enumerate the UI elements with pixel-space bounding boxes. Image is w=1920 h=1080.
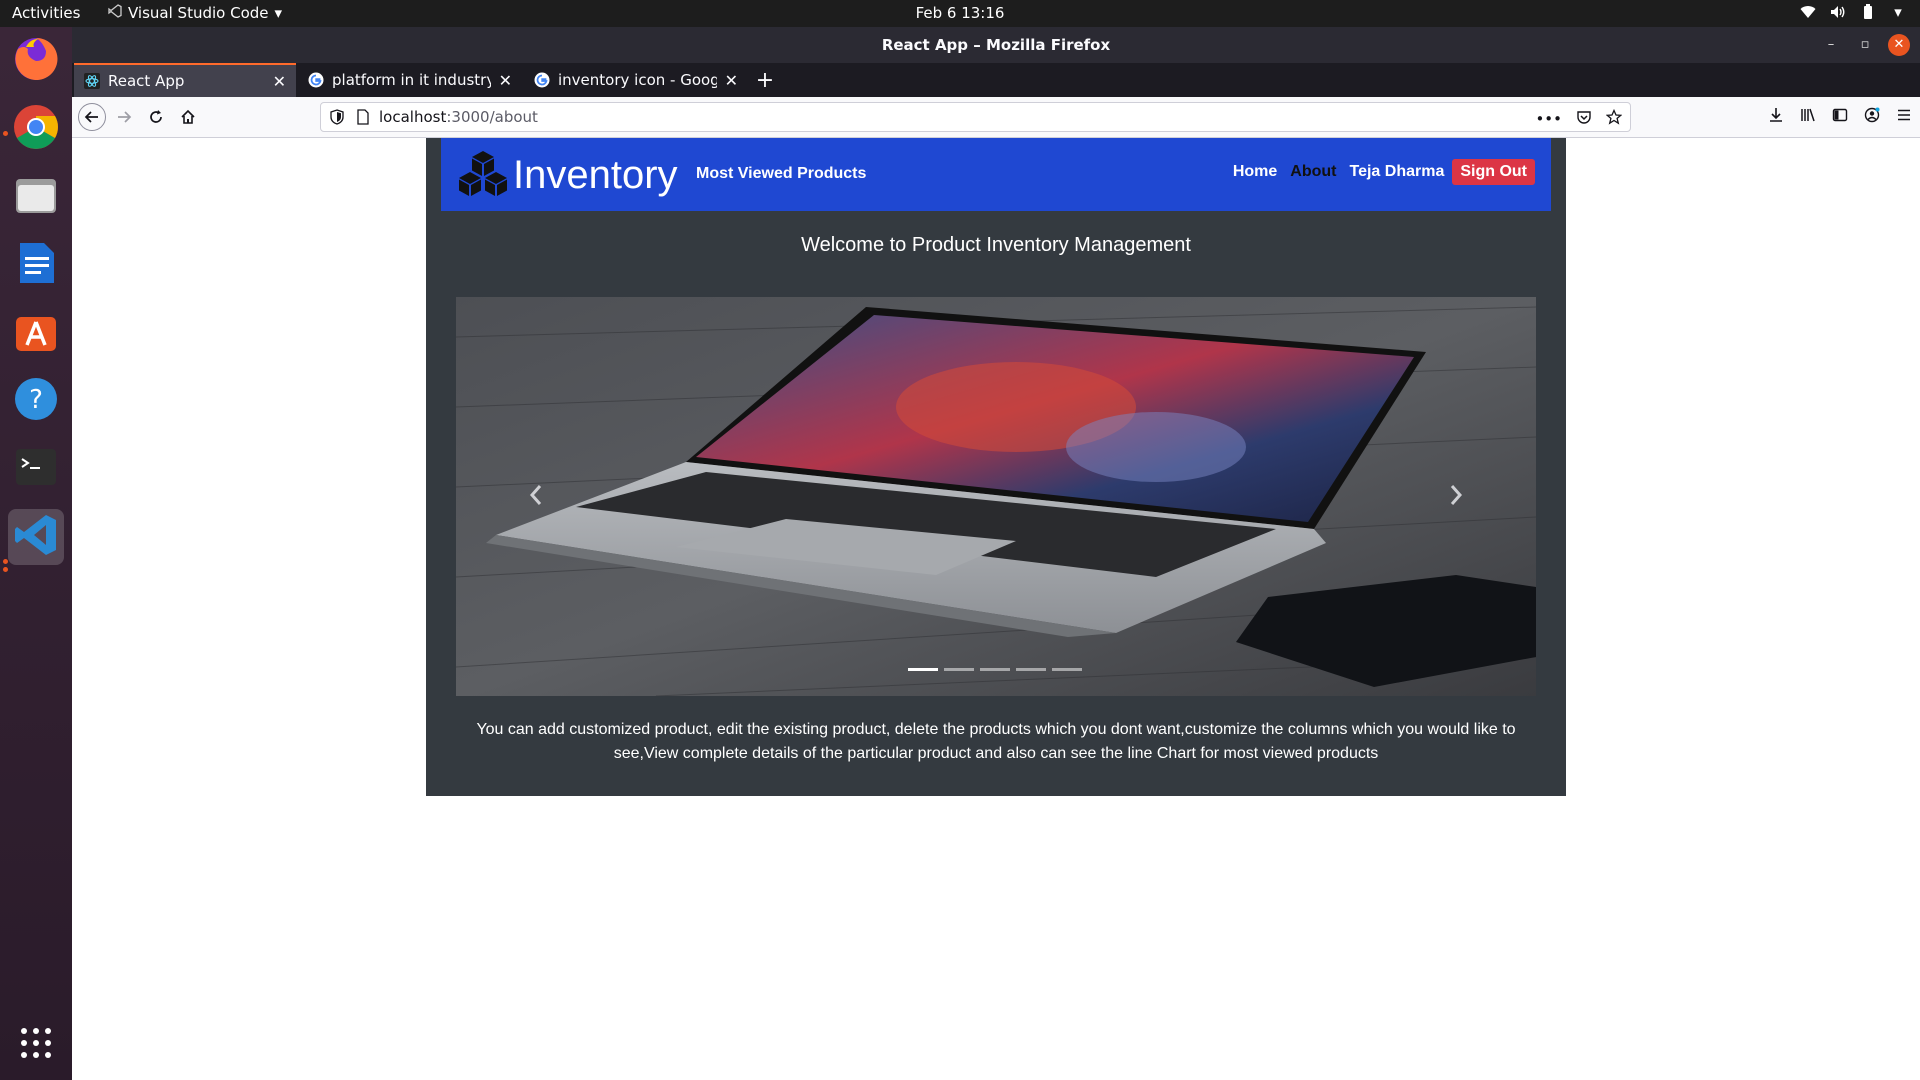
vscode-small-icon bbox=[108, 4, 122, 22]
dock-vscode[interactable] bbox=[8, 509, 64, 565]
minimize-button[interactable]: – bbox=[1820, 34, 1842, 56]
shield-icon[interactable] bbox=[329, 109, 345, 125]
nav-home[interactable]: Home bbox=[1233, 163, 1277, 181]
dock-writer[interactable] bbox=[8, 237, 64, 293]
dock-help[interactable]: ? bbox=[8, 373, 64, 429]
firefox-window: React App – Mozilla Firefox – ▫ ✕ React … bbox=[72, 27, 1920, 1080]
window-titlebar[interactable]: React App – Mozilla Firefox – ▫ ✕ bbox=[72, 27, 1920, 63]
new-tab-button[interactable]: + bbox=[750, 65, 780, 95]
back-button[interactable] bbox=[78, 103, 106, 131]
chevron-down-icon: ▾ bbox=[274, 4, 283, 22]
vscode-icon bbox=[12, 511, 60, 563]
nav-toolbar: localhost:3000/about ••• bbox=[72, 97, 1920, 138]
app-menu-label: Visual Studio Code bbox=[128, 4, 269, 22]
google-favicon-icon bbox=[534, 72, 550, 88]
carousel-prev-chevron-icon[interactable] bbox=[526, 480, 546, 510]
maximize-button[interactable]: ▫ bbox=[1854, 34, 1876, 56]
tab-platform-search[interactable]: platform in it industry - G ✕ bbox=[298, 63, 522, 97]
forward-button[interactable] bbox=[110, 103, 138, 131]
app-navbar: Inventory Most Viewed Products Home Abou… bbox=[441, 138, 1551, 211]
running-indicator bbox=[3, 559, 8, 564]
dock-files[interactable] bbox=[8, 169, 64, 225]
battery-icon[interactable] bbox=[1860, 4, 1876, 20]
close-tab-icon[interactable]: ✕ bbox=[273, 72, 286, 91]
volume-icon[interactable] bbox=[1830, 4, 1846, 20]
writer-icon bbox=[12, 239, 60, 291]
laptop-photo bbox=[456, 297, 1536, 696]
image-carousel[interactable] bbox=[456, 297, 1536, 696]
files-icon bbox=[12, 171, 60, 223]
dock-show-apps[interactable] bbox=[8, 1017, 64, 1073]
nav-user-name[interactable]: Teja Dharma bbox=[1349, 163, 1444, 181]
bookmark-star-icon[interactable] bbox=[1605, 108, 1623, 129]
page-actions-icon[interactable]: ••• bbox=[1535, 110, 1562, 128]
running-indicator bbox=[3, 567, 8, 572]
close-window-button[interactable]: ✕ bbox=[1888, 34, 1910, 56]
activities-button[interactable]: Activities bbox=[12, 4, 80, 22]
app-menu[interactable]: Visual Studio Code ▾ bbox=[108, 4, 282, 22]
dock-chrome[interactable] bbox=[8, 101, 64, 157]
dock-terminal[interactable] bbox=[8, 441, 64, 497]
about-description: You can add customized product, edit the… bbox=[476, 721, 1516, 762]
page-content: Inventory Most Viewed Products Home Abou… bbox=[72, 138, 1920, 1080]
tab-react-app[interactable]: React App ✕ bbox=[74, 63, 296, 97]
chrome-icon bbox=[12, 103, 60, 155]
dock-software[interactable] bbox=[8, 305, 64, 361]
home-button[interactable] bbox=[174, 103, 202, 131]
system-tray[interactable]: ▾ bbox=[1800, 3, 1906, 21]
download-icon[interactable] bbox=[1768, 107, 1784, 127]
google-favicon-icon bbox=[308, 72, 324, 88]
url-bar[interactable]: localhost:3000/about ••• bbox=[320, 102, 1631, 132]
url-path: :3000/about bbox=[446, 108, 538, 126]
brand-link[interactable]: Inventory bbox=[457, 150, 678, 200]
dock-firefox[interactable] bbox=[8, 33, 64, 89]
system-top-bar: Activities Visual Studio Code ▾ Feb 6 13… bbox=[0, 0, 1920, 27]
brand-name: Inventory bbox=[513, 152, 678, 197]
react-favicon-icon bbox=[84, 73, 100, 89]
carousel-indicators bbox=[908, 668, 1082, 671]
welcome-heading: Welcome to Product Inventory Management bbox=[801, 234, 1191, 256]
cubes-logo-icon bbox=[457, 150, 509, 200]
carousel-indicator[interactable] bbox=[944, 668, 974, 671]
help-icon: ? bbox=[12, 375, 60, 427]
hamburger-menu-icon[interactable] bbox=[1896, 107, 1912, 127]
tab-strip: React App ✕ platform in it industry - G … bbox=[72, 63, 1920, 97]
carousel-indicator[interactable] bbox=[980, 668, 1010, 671]
library-icon[interactable] bbox=[1800, 107, 1816, 127]
tab-inventory-icon-search[interactable]: inventory icon - Google S ✕ bbox=[524, 63, 748, 97]
tab-title: React App bbox=[108, 72, 185, 90]
carousel-indicator[interactable] bbox=[1052, 668, 1082, 671]
window-title: React App – Mozilla Firefox bbox=[881, 36, 1111, 54]
nav-about[interactable]: About bbox=[1290, 163, 1336, 181]
page-icon[interactable] bbox=[355, 109, 371, 125]
reload-button[interactable] bbox=[142, 103, 170, 131]
software-icon bbox=[12, 307, 60, 359]
tab-title: platform in it industry - G bbox=[332, 71, 491, 89]
close-tab-icon[interactable]: ✕ bbox=[725, 71, 738, 90]
clock[interactable]: Feb 6 13:16 bbox=[916, 4, 1005, 22]
tab-title: inventory icon - Google S bbox=[558, 71, 717, 89]
firefox-icon bbox=[12, 35, 60, 87]
app-container: Inventory Most Viewed Products Home Abou… bbox=[426, 138, 1566, 796]
dock: ? bbox=[0, 27, 72, 1080]
close-tab-icon[interactable]: ✕ bbox=[499, 71, 512, 90]
pocket-icon[interactable] bbox=[1576, 109, 1592, 129]
sidebar-icon[interactable] bbox=[1832, 107, 1848, 127]
url-host: localhost bbox=[379, 108, 447, 126]
carousel-next-chevron-icon[interactable] bbox=[1446, 480, 1466, 510]
carousel-indicator[interactable] bbox=[908, 668, 938, 671]
nav-most-viewed-products[interactable]: Most Viewed Products bbox=[696, 165, 866, 183]
wifi-icon[interactable] bbox=[1800, 4, 1816, 20]
sign-out-button[interactable]: Sign Out bbox=[1452, 159, 1535, 185]
carousel-indicator[interactable] bbox=[1016, 668, 1046, 671]
account-icon[interactable] bbox=[1864, 107, 1880, 127]
app-grid-icon bbox=[19, 1026, 53, 1064]
svg-text:?: ? bbox=[29, 385, 43, 415]
power-menu-icon[interactable]: ▾ bbox=[1890, 3, 1906, 21]
terminal-icon bbox=[12, 443, 60, 495]
